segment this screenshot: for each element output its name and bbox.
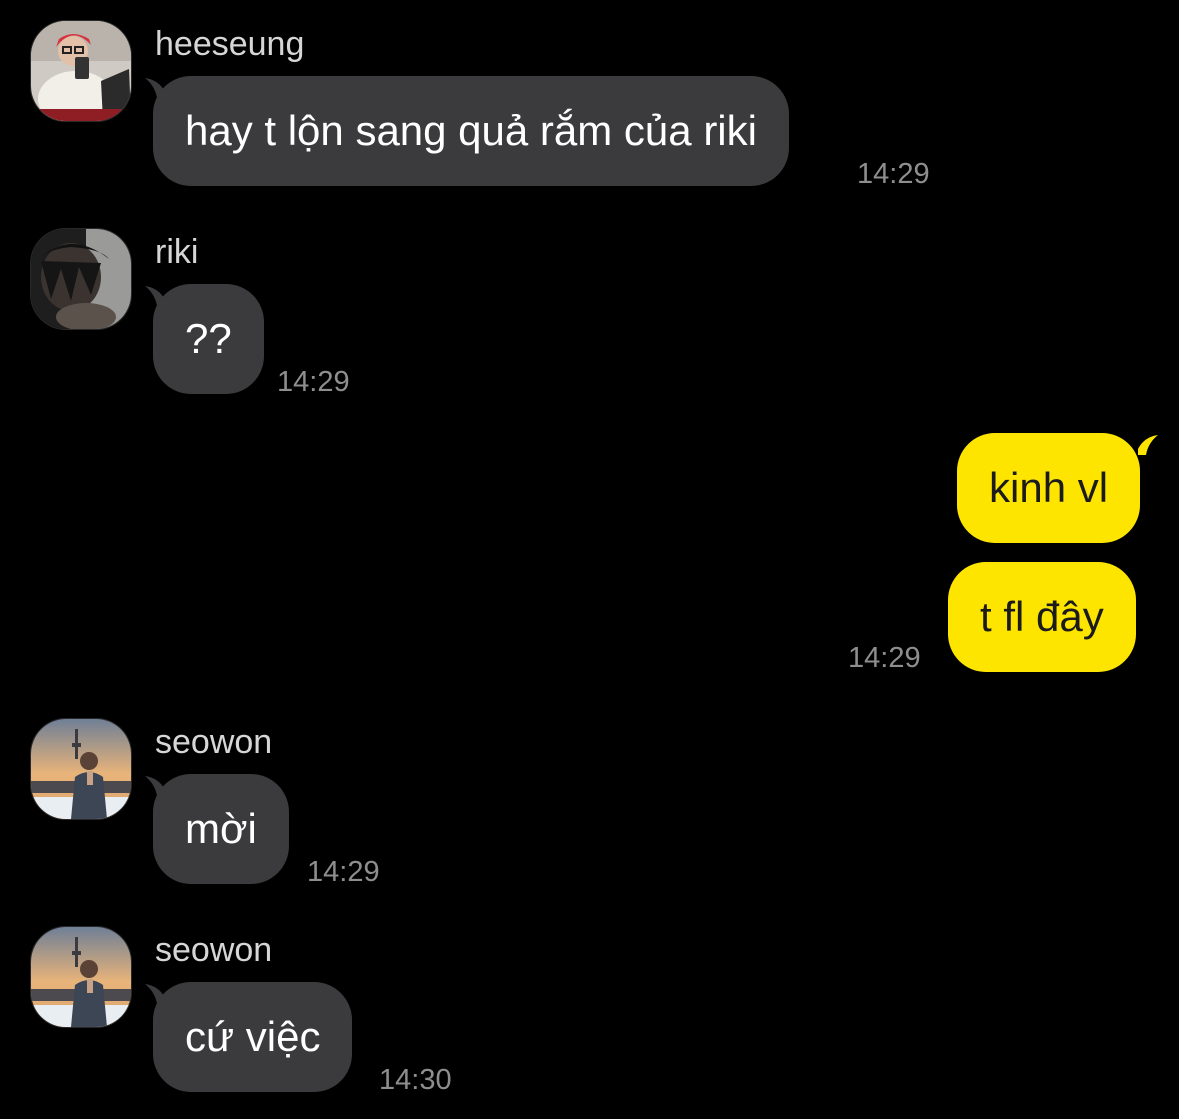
bubble-tail — [1138, 435, 1158, 455]
sender-name: seowon — [155, 931, 273, 969]
message-bubble[interactable]: mời — [153, 774, 289, 884]
avatar-photo-seowon — [31, 927, 131, 1027]
sender-name: heeseung — [155, 25, 305, 63]
message-timestamp: 14:29 — [848, 642, 921, 674]
message-bubble[interactable]: ?? — [153, 284, 264, 394]
avatar-seowon[interactable] — [30, 718, 132, 820]
message-timestamp: 14:29 — [307, 856, 380, 888]
avatar-heeseung[interactable] — [30, 20, 132, 122]
sender-name: seowon — [155, 723, 273, 761]
avatar-riki[interactable] — [30, 228, 132, 330]
message-timestamp: 14:29 — [277, 366, 350, 398]
message-bubble[interactable]: cứ việc — [153, 982, 353, 1092]
avatar-photo-seowon — [31, 719, 131, 819]
message-timestamp: 14:29 — [857, 158, 930, 190]
message-bubble[interactable]: hay t lộn sang quả rắm của riki — [153, 76, 789, 186]
message-bubble-outgoing[interactable]: t fl đây — [948, 562, 1136, 672]
message-bubble-outgoing[interactable]: kinh vl — [957, 433, 1141, 543]
avatar-seowon[interactable] — [30, 926, 132, 1028]
avatar-photo-heeseung — [31, 21, 131, 121]
message-timestamp: 14:30 — [379, 1064, 452, 1096]
avatar-photo-riki — [31, 229, 131, 329]
sender-name: riki — [155, 233, 199, 271]
